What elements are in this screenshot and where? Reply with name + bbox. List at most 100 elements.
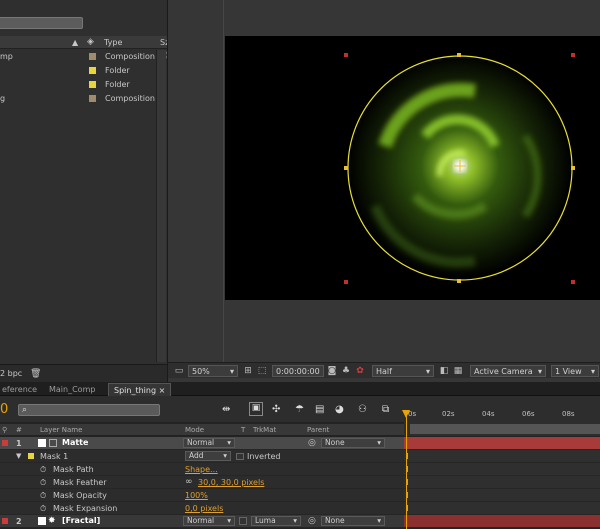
layer-name[interactable]: [Fractal] <box>62 516 100 525</box>
work-area-bar[interactable] <box>410 424 600 434</box>
layer-name[interactable]: Matte <box>62 438 88 447</box>
label-swatch[interactable] <box>89 53 96 60</box>
layer-handle[interactable] <box>344 53 348 57</box>
ruler-tick: 06s <box>522 410 535 418</box>
transparency-grid-icon[interactable]: ▦ <box>453 366 463 376</box>
show-snapshot-icon[interactable]: ♣ <box>341 366 351 376</box>
project-search-input[interactable] <box>0 17 83 29</box>
switches-icon[interactable]: ⚲ <box>2 426 7 434</box>
timecode-field[interactable]: 0:00:00:00 <box>272 365 324 377</box>
mask-property-row[interactable]: ⏱ Mask Expansion 0,0 pixels <box>0 502 404 515</box>
tab-spin-thing[interactable]: Spin_thing × <box>108 383 172 396</box>
current-time-indicator-head[interactable] <box>402 410 410 418</box>
layer-row-fractal[interactable]: 2 ✸ [Fractal] Normal ▾ Luma ▾ ◎ None ▾ <box>0 515 404 528</box>
mask-property-row[interactable]: ⏱ Mask Opacity 100% <box>0 489 404 502</box>
parent-pickwhip-icon[interactable]: ◎ <box>308 438 316 448</box>
zoom-dropdown[interactable]: 50% ▾ <box>188 365 238 377</box>
stopwatch-icon[interactable]: ⏱ <box>40 478 46 488</box>
camera-dropdown[interactable]: Active Camera ▾ <box>470 365 546 377</box>
property-value[interactable]: 100% <box>185 491 208 500</box>
live-update-icon[interactable]: ▣ <box>249 402 263 416</box>
project-item[interactable]: Folder <box>0 64 167 78</box>
parent-dropdown[interactable]: None ▾ <box>321 516 385 526</box>
fast-previews-icon[interactable]: ◧ <box>439 366 449 376</box>
mask-vertex[interactable] <box>457 279 461 283</box>
layer-label-color[interactable] <box>2 440 8 446</box>
brainstorm-icon[interactable]: ⚇ <box>358 404 367 415</box>
layer-duration-bar[interactable] <box>404 437 600 450</box>
column-num[interactable]: # <box>16 426 22 434</box>
layer-handle[interactable] <box>571 280 575 284</box>
motion-blur-icon[interactable]: ◕ <box>335 404 344 415</box>
layer-label-color[interactable] <box>2 518 8 524</box>
mask-property-row[interactable]: ⏱ Mask Path Shape... <box>0 463 404 476</box>
draft-3d-icon[interactable]: ✣ <box>272 404 280 415</box>
current-time-indicator[interactable] <box>406 412 407 529</box>
camera-snapshot-icon[interactable]: ◙ <box>327 366 337 376</box>
grid-icon[interactable]: ⊞ <box>243 366 253 376</box>
tab-reference[interactable]: eference <box>0 383 42 396</box>
label-tag-icon[interactable]: ◈ <box>87 37 94 47</box>
always-preview-icon[interactable]: ▭ <box>174 366 184 376</box>
label-swatch[interactable] <box>89 81 96 88</box>
view-layout-dropdown[interactable]: 1 View ▾ <box>551 365 599 377</box>
tab-main-comp[interactable]: Main_Comp <box>44 383 100 396</box>
graph-editor-icon[interactable]: ⧉ <box>382 404 389 415</box>
trkmat-dropdown[interactable]: Luma ▾ <box>251 516 301 526</box>
layer-handle[interactable] <box>571 53 575 57</box>
composition-canvas[interactable] <box>225 36 600 300</box>
sort-arrow-icon[interactable]: ▲ <box>72 38 78 47</box>
column-trkmat[interactable]: TrkMat <box>253 426 276 434</box>
project-scrollbar[interactable] <box>156 50 166 362</box>
hide-shy-layers-icon[interactable]: ☂ <box>295 404 304 415</box>
stopwatch-icon[interactable]: ⏱ <box>40 491 46 501</box>
project-item[interactable]: g Composition <box>0 92 167 106</box>
comp-mini-flowchart-icon[interactable]: ⇹ <box>222 404 230 415</box>
parent-pickwhip-icon[interactable]: ◎ <box>308 516 316 526</box>
parent-dropdown[interactable]: None ▾ <box>321 438 385 448</box>
channels-icon[interactable]: ✿ <box>355 366 365 376</box>
mask-row[interactable]: ▼ Mask 1 Add ▾ Inverted <box>0 450 404 463</box>
mask-name[interactable]: Mask 1 <box>40 452 68 461</box>
layer-row-matte[interactable]: 1 Matte Normal ▾ ◎ None ▾ <box>0 437 404 450</box>
layer-duration-bar[interactable] <box>404 515 600 528</box>
layer-mode-dropdown[interactable]: Normal ▾ <box>183 438 235 448</box>
timeline-search-input[interactable]: ⌕ <box>18 404 160 416</box>
bpc-button[interactable]: 2 bpc <box>0 369 22 378</box>
stopwatch-icon[interactable]: ⏱ <box>40 465 46 475</box>
region-of-interest-icon[interactable]: ⬚ <box>257 366 267 376</box>
preserve-transparency-checkbox[interactable] <box>239 517 247 525</box>
mask-vertex[interactable] <box>344 166 348 170</box>
current-time-display[interactable]: 0 <box>0 402 8 417</box>
mask-mode-dropdown[interactable]: Add ▾ <box>185 451 231 461</box>
project-item[interactable]: mp Composition <box>0 50 167 64</box>
property-value[interactable]: 0,0 pixels <box>185 504 223 513</box>
property-value[interactable]: Shape... <box>185 465 218 474</box>
label-swatch[interactable] <box>89 67 96 74</box>
column-t[interactable]: T <box>241 426 245 434</box>
size-column-header[interactable]: Sz <box>160 38 167 47</box>
project-item[interactable]: Folder <box>0 78 167 92</box>
layer-mode-dropdown[interactable]: Normal ▾ <box>183 516 235 526</box>
effects-icon[interactable]: ✸ <box>48 516 56 526</box>
stopwatch-icon[interactable]: ⏱ <box>40 504 46 514</box>
ruler-tick: 04s <box>482 410 495 418</box>
mask-property-row[interactable]: ⏱ Mask Feather ∞ 30,0, 30,0 pixels <box>0 476 404 489</box>
layer-handle[interactable] <box>344 280 348 284</box>
column-mode[interactable]: Mode <box>185 426 204 434</box>
twirl-down-icon[interactable]: ▼ <box>16 452 21 460</box>
mask-vertex[interactable] <box>571 166 575 170</box>
close-icon[interactable]: × <box>159 386 166 395</box>
mask-vertex[interactable] <box>457 53 461 57</box>
trash-icon[interactable]: 🗑 <box>30 369 41 379</box>
column-layer-name[interactable]: Layer Name <box>40 426 82 434</box>
label-swatch[interactable] <box>89 95 96 102</box>
property-value[interactable]: 30,0, 30,0 pixels <box>198 478 264 487</box>
constrain-link-icon[interactable]: ∞ <box>185 477 193 487</box>
column-parent[interactable]: Parent <box>307 426 329 434</box>
inverted-checkbox[interactable] <box>236 453 244 460</box>
type-column-header[interactable]: Type <box>104 38 122 47</box>
resolution-dropdown[interactable]: Half ▾ <box>372 365 434 377</box>
frame-blending-icon[interactable]: ▤ <box>315 404 324 415</box>
mask-color-swatch[interactable] <box>28 453 34 459</box>
